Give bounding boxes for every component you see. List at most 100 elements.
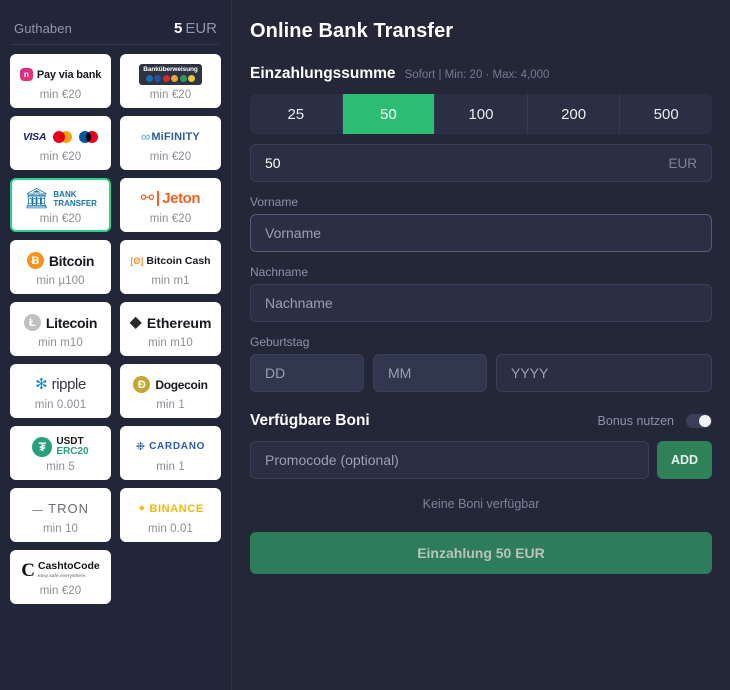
amount-limits-note: Sofort | Min: 20 · Max: 4,000 (404, 69, 550, 81)
usdt-logo: ₮ USDT ERC20 (12, 434, 109, 460)
cards-logo: VISA (12, 124, 109, 150)
cashtocode-logo: C CashtoCode easy.safe.everywhere. (12, 558, 109, 584)
min-amount: min 0.01 (148, 522, 193, 535)
payment-method-payviabank[interactable]: n Pay via bank min €20 (10, 54, 111, 108)
bankueberweisung-logo: Banküberweisung (122, 62, 219, 88)
dogecoin-logo: Ð Dogecoin (122, 372, 219, 398)
balance-row: Guthaben 5 EUR (0, 0, 231, 44)
promocode-input[interactable]: Promocode (optional) (250, 441, 649, 479)
quick-amount-200[interactable]: 200 (528, 94, 621, 134)
first-name-field[interactable]: Vorname (250, 214, 712, 252)
balance-value: 5 (173, 20, 183, 37)
payment-method-binance[interactable]: ✦ BINANCE min 0.01 (120, 488, 221, 542)
jeton-label: Jeton (162, 190, 201, 207)
mifinity-logo: ∞ MiFINITY (122, 124, 219, 150)
dob-month-field[interactable]: MM (373, 354, 487, 392)
last-name-field[interactable]: Nachname (250, 284, 712, 322)
min-amount: min m1 (151, 274, 190, 287)
dob-label: Geburtstag (250, 335, 310, 349)
promocode-placeholder: Promocode (optional) (265, 452, 399, 468)
dob-year-field[interactable]: YYYY (496, 354, 712, 392)
payment-method-cards[interactable]: VISA min €20 (10, 116, 111, 170)
quick-amount-500[interactable]: 500 (620, 94, 712, 134)
payment-method-jeton[interactable]: ⚯ Jeton min €20 (120, 178, 221, 232)
payment-method-bitcoincash[interactable]: [Ø] Bitcoin Cash min m1 (120, 240, 221, 294)
payment-method-mifinity[interactable]: ∞ MiFINITY min €20 (120, 116, 221, 170)
min-amount: min 1 (156, 398, 185, 411)
payment-method-litecoin[interactable]: Ł Litecoin min m10 (10, 302, 111, 356)
dob-day-field[interactable]: DD (250, 354, 364, 392)
litecoin-mark-icon: Ł (23, 314, 41, 331)
min-amount: min 0.001 (34, 398, 87, 411)
min-amount: min €20 (149, 150, 192, 163)
amount-input-currency: EUR (668, 155, 697, 171)
payment-method-ripple[interactable]: ✻ ripple min 0.001 (10, 364, 111, 418)
cashtocode-mark-icon: C (21, 560, 35, 581)
payviabank-logo: n Pay via bank (12, 62, 109, 88)
min-amount: min m10 (38, 336, 83, 349)
payment-method-grid: n Pay via bank min €20 Banküberweisung m… (0, 45, 231, 604)
ripple-logo: ✻ ripple (12, 372, 109, 398)
add-promocode-button[interactable]: ADD (657, 441, 712, 479)
mastercard-icon (53, 130, 73, 143)
jeton-logo: ⚯ Jeton (122, 186, 219, 212)
payment-page: Guthaben 5 EUR n Pay via bank min €20 Ba… (0, 0, 730, 690)
usdt-label-line2: ERC20 (56, 445, 89, 457)
promocode-row: Promocode (optional) ADD (250, 441, 712, 479)
quick-amount-100[interactable]: 100 (435, 94, 528, 134)
amount-input[interactable]: 50 EUR (250, 144, 712, 182)
dogecoin-mark-icon: Ð (133, 376, 151, 393)
bonus-toggle[interactable] (686, 414, 712, 428)
dob-day-placeholder: DD (265, 365, 286, 381)
min-amount: min µ100 (36, 274, 85, 287)
payment-method-cardano[interactable]: ❉ CARDANO min 1 (120, 426, 221, 480)
tron-label: TRON (48, 501, 90, 516)
bitcoin-label: Bitcoin (48, 252, 95, 269)
deposit-button[interactable]: Einzahlung 50 EUR (250, 532, 712, 574)
min-amount: min m10 (148, 336, 193, 349)
payment-method-tron[interactable]: ⏤ TRON min 10 (10, 488, 111, 542)
min-amount: min 10 (42, 522, 79, 535)
payment-method-usdt[interactable]: ₮ USDT ERC20 min 5 (10, 426, 111, 480)
maestro-icon (79, 130, 99, 143)
bonus-section-header: Verfügbare Boni Bonus nutzen (250, 412, 712, 430)
payment-method-cashtocode[interactable]: C CashtoCode easy.safe.everywhere. min €… (10, 550, 111, 604)
cardano-mark-icon: ❉ (135, 441, 146, 453)
ethereum-logo: ◆ Ethereum (122, 310, 219, 336)
bonus-toggle-label: Bonus nutzen (597, 414, 674, 428)
visa-icon: VISA (22, 130, 47, 143)
tron-logo: ⏤ TRON (12, 496, 109, 522)
bitcoincash-mark-icon: [Ø] (130, 255, 144, 266)
last-name-label: Nachname (250, 265, 309, 279)
quick-amount-50[interactable]: 50 (342, 94, 436, 134)
binance-logo: ✦ BINANCE (122, 496, 219, 522)
deposit-form-panel: Online Bank Transfer Einzahlungssumme So… (232, 0, 730, 690)
min-amount: min €20 (149, 88, 192, 101)
tron-mark-icon: ⏤ (31, 500, 44, 517)
amount-section-title: Einzahlungssumme (250, 65, 396, 82)
amount-input-value: 50 (265, 155, 281, 171)
payment-methods-sidebar: Guthaben 5 EUR n Pay via bank min €20 Ba… (0, 0, 232, 690)
bitcoincash-logo: [Ø] Bitcoin Cash (122, 248, 219, 274)
dob-month-placeholder: MM (388, 365, 412, 381)
usdt-label-line1: USDT (56, 435, 84, 447)
min-amount: min 1 (156, 460, 185, 473)
banktransfer-label-line2: TRANSFER (53, 198, 97, 208)
payment-method-dogecoin[interactable]: Ð Dogecoin min 1 (120, 364, 221, 418)
dob-row: DD MM YYYY (250, 354, 712, 392)
banktransfer-logo: 🏛 BANK TRANSFER (12, 186, 109, 212)
quick-amount-tabs: 25 50 100 200 500 (250, 94, 712, 134)
dogecoin-label: Dogecoin (155, 377, 208, 392)
payment-method-ethereum[interactable]: ◆ Ethereum min m10 (120, 302, 221, 356)
litecoin-logo: Ł Litecoin (12, 310, 109, 336)
banktransfer-label-line1: BANK (53, 189, 77, 199)
cardano-logo: ❉ CARDANO (122, 434, 219, 460)
payment-method-bankueberweisung[interactable]: Banküberweisung min €20 (120, 54, 221, 108)
bankueberweisung-label: Banküberweisung (143, 66, 198, 73)
payment-method-banktransfer[interactable]: 🏛 BANK TRANSFER min €20 (10, 178, 111, 232)
mifinity-label: MiFINITY (151, 130, 200, 143)
litecoin-label: Litecoin (45, 314, 98, 331)
quick-amount-25[interactable]: 25 (250, 94, 343, 134)
payment-method-bitcoin[interactable]: Ƀ Bitcoin min µ100 (10, 240, 111, 294)
dob-year-placeholder: YYYY (511, 365, 549, 381)
